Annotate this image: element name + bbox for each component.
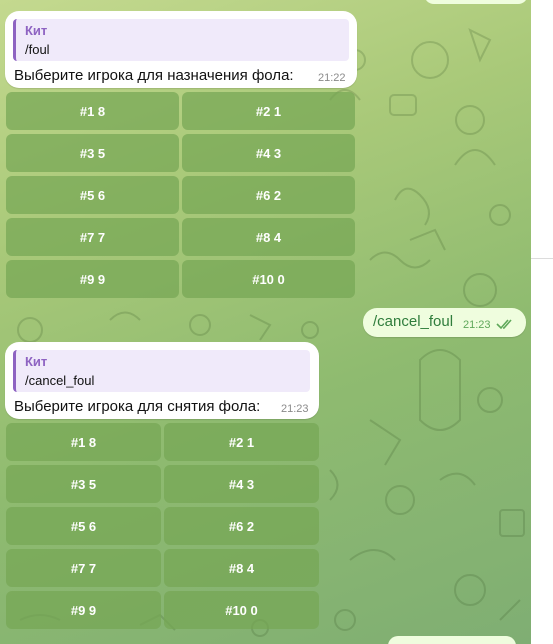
keyboard-button[interactable]: #3 5 <box>6 465 161 503</box>
keyboard-button[interactable]: #6 2 <box>182 176 355 214</box>
message-time: 21:23 <box>463 319 491 331</box>
reply-author: Кит <box>25 23 48 38</box>
keyboard-button[interactable]: #3 5 <box>6 134 179 172</box>
keyboard-button[interactable]: #1 8 <box>6 423 161 461</box>
keyboard-button[interactable]: #9 9 <box>6 591 161 629</box>
keyboard-button[interactable]: #8 4 <box>182 218 355 256</box>
double-check-icon <box>496 319 512 330</box>
keyboard-button[interactable]: #5 6 <box>6 176 179 214</box>
keyboard-button[interactable]: #9 9 <box>6 260 179 298</box>
partial-outgoing-bubble <box>388 636 516 644</box>
incoming-message-foul: Кит /foul Выберите игрока для назначения… <box>5 11 357 88</box>
keyboard-button[interactable]: #4 3 <box>182 134 355 172</box>
keyboard-button[interactable]: #7 7 <box>6 549 161 587</box>
keyboard-button[interactable]: #2 1 <box>164 423 319 461</box>
keyboard-button[interactable]: #4 3 <box>164 465 319 503</box>
reply-quote[interactable]: Кит /foul <box>13 19 349 61</box>
reply-text: /cancel_foul <box>25 373 95 388</box>
keyboard-button[interactable]: #10 0 <box>182 260 355 298</box>
divider <box>531 258 553 259</box>
side-panel-edge <box>531 0 553 644</box>
keyboard-button[interactable]: #6 2 <box>164 507 319 545</box>
message-text: Выберите игрока для снятия фола: <box>14 398 261 415</box>
chat-background: Кит /foul Выберите игрока для назначения… <box>0 0 531 644</box>
keyboard-button[interactable]: #1 8 <box>6 92 179 130</box>
command-link[interactable]: /cancel_foul <box>373 313 453 330</box>
keyboard-button[interactable]: #10 0 <box>164 591 319 629</box>
keyboard-button[interactable]: #5 6 <box>6 507 161 545</box>
incoming-message-cancel-foul: Кит /cancel_foul Выберите игрока для сня… <box>5 342 319 419</box>
keyboard-button[interactable]: #7 7 <box>6 218 179 256</box>
outgoing-message-cancel-foul: /cancel_foul 21:23 <box>363 308 526 337</box>
message-time: 21:23 <box>281 403 309 415</box>
partial-outgoing-bubble <box>424 0 528 4</box>
message-time: 21:22 <box>318 72 346 84</box>
message-text: Выберите игрока для назначения фола: <box>14 67 294 84</box>
keyboard-button[interactable]: #8 4 <box>164 549 319 587</box>
keyboard-button[interactable]: #2 1 <box>182 92 355 130</box>
reply-quote[interactable]: Кит /cancel_foul <box>13 350 310 392</box>
reply-author: Кит <box>25 354 48 369</box>
reply-text: /foul <box>25 42 50 57</box>
